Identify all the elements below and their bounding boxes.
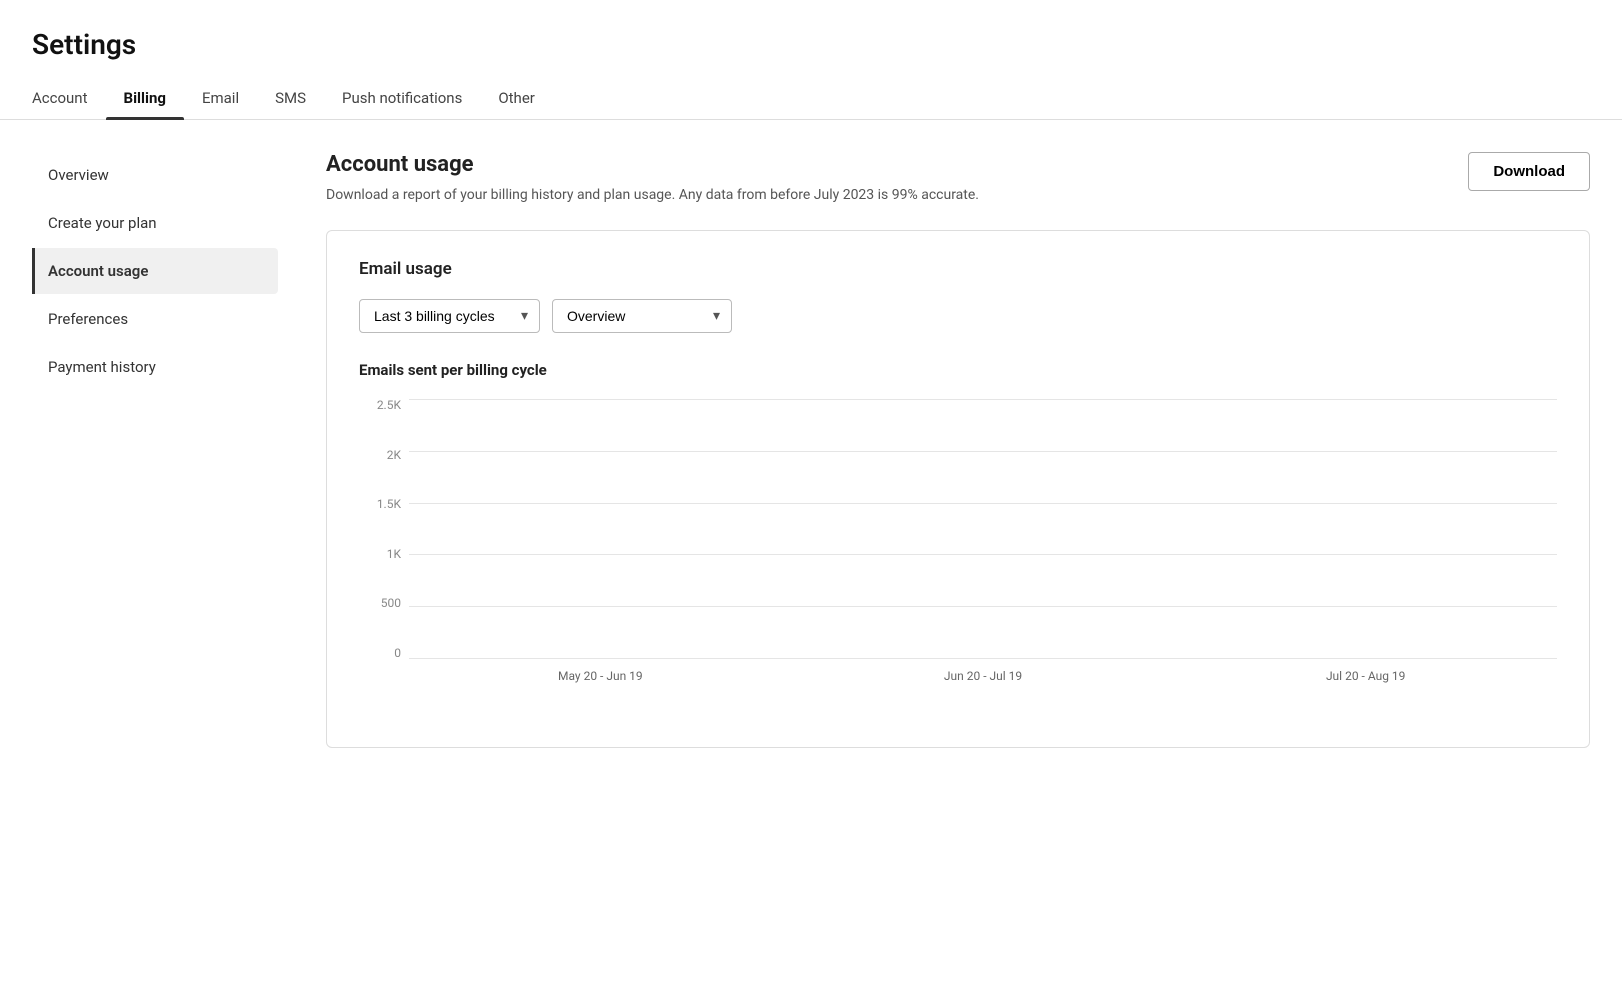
tab-push-notifications[interactable]: Push notifications (324, 77, 480, 119)
x-label-jul-aug: Jul 20 - Aug 19 (1174, 669, 1557, 683)
tab-other[interactable]: Other (480, 77, 553, 119)
tab-sms[interactable]: SMS (257, 77, 324, 119)
view-select[interactable]: Overview Details (552, 299, 732, 333)
view-filter-wrapper: Overview Details (552, 299, 732, 333)
y-label-1-5k: 1.5K (359, 498, 401, 510)
grid-line-1k (409, 554, 1557, 555)
grid-line-2-5k (409, 399, 1557, 400)
chart-title: Emails sent per billing cycle (359, 361, 1557, 379)
tab-billing[interactable]: Billing (106, 77, 184, 119)
card-title: Email usage (359, 259, 1557, 279)
billing-cycle-filter-wrapper: Last 3 billing cycles Last 6 billing cyc… (359, 299, 540, 333)
download-button[interactable]: Download (1468, 152, 1590, 191)
sidebar-item-preferences[interactable]: Preferences (32, 296, 278, 342)
chart-inner: 0 500 1K 1.5K 2K 2.5K (359, 399, 1557, 659)
sidebar: Overview Create your plan Account usage … (32, 152, 302, 748)
content-area: Overview Create your plan Account usage … (0, 120, 1622, 748)
section-info: Account usage Download a report of your … (326, 152, 979, 206)
grid-line-1-5k (409, 503, 1557, 504)
x-labels: May 20 - Jun 19 Jun 20 - Jul 19 Jul 20 -… (409, 669, 1557, 683)
billing-cycle-select[interactable]: Last 3 billing cycles Last 6 billing cyc… (359, 299, 540, 333)
y-label-500: 500 (359, 597, 401, 609)
sidebar-item-create-your-plan[interactable]: Create your plan (32, 200, 278, 246)
sidebar-item-overview[interactable]: Overview (32, 152, 278, 198)
bars-area (409, 399, 1557, 659)
grid-lines (409, 399, 1557, 659)
tab-account[interactable]: Account (32, 77, 106, 119)
y-label-2-5k: 2.5K (359, 399, 401, 411)
sidebar-item-account-usage[interactable]: Account usage (32, 248, 278, 294)
x-label-may-jun: May 20 - Jun 19 (409, 669, 792, 683)
x-label-jun-jul: Jun 20 - Jul 19 (792, 669, 1175, 683)
section-title: Account usage (326, 152, 979, 177)
grid-line-500 (409, 606, 1557, 607)
grid-line-0 (409, 658, 1557, 659)
y-label-0: 0 (359, 647, 401, 659)
filters-row: Last 3 billing cycles Last 6 billing cyc… (359, 299, 1557, 333)
grid-line-2k (409, 451, 1557, 452)
y-label-2k: 2K (359, 449, 401, 461)
y-label-1k: 1K (359, 548, 401, 560)
page-title: Settings (0, 0, 1622, 77)
sidebar-item-payment-history[interactable]: Payment history (32, 344, 278, 390)
tab-email[interactable]: Email (184, 77, 257, 119)
top-nav: Account Billing Email SMS Push notificat… (0, 77, 1622, 120)
chart-container: 0 500 1K 1.5K 2K 2.5K (359, 399, 1557, 719)
y-axis: 0 500 1K 1.5K 2K 2.5K (359, 399, 409, 659)
email-usage-card: Email usage Last 3 billing cycles Last 6… (326, 230, 1590, 748)
main-content: Account usage Download a report of your … (302, 152, 1590, 748)
section-description: Download a report of your billing histor… (326, 185, 979, 206)
section-header: Account usage Download a report of your … (326, 152, 1590, 206)
